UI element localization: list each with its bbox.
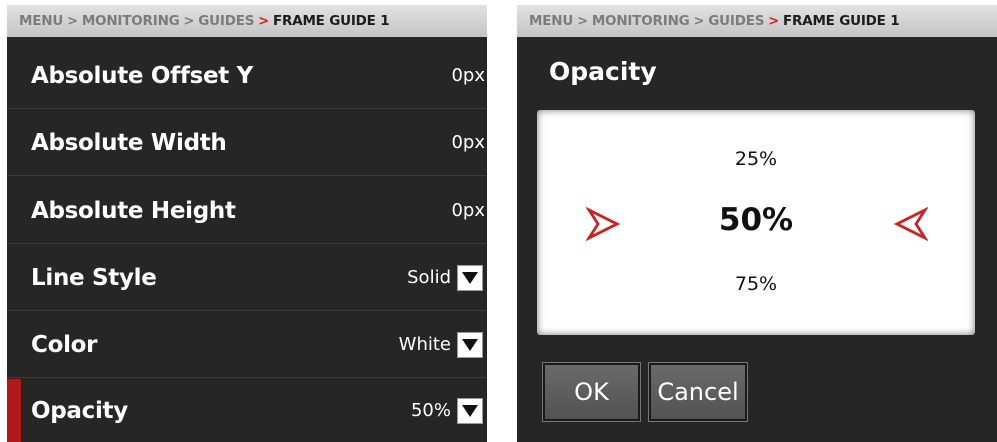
value-picker[interactable]: 25% 50% 75% (537, 110, 975, 335)
setting-value: 0px (451, 65, 485, 86)
setting-value: 0px (451, 132, 485, 153)
setting-row-color[interactable]: Color White (7, 312, 487, 378)
breadcrumb-monitoring[interactable]: MONITORING (592, 13, 690, 29)
setting-label: Opacity (31, 397, 128, 424)
setting-label: Absolute Width (31, 129, 227, 156)
dialog-title: Opacity (549, 57, 657, 86)
setting-row-line-style[interactable]: Line Style Solid (7, 245, 487, 311)
chevron-down-icon[interactable] (457, 331, 483, 358)
chevron-down-icon[interactable] (457, 397, 483, 424)
arrow-left-outline-icon (893, 206, 929, 246)
breadcrumb-separator: > (577, 13, 588, 29)
breadcrumb-separator: > (183, 13, 195, 29)
breadcrumb-separator: > (67, 13, 78, 29)
breadcrumb-guides[interactable]: GUIDES (198, 13, 254, 29)
breadcrumb-separator: > (768, 13, 779, 29)
setting-label: Absolute Height (31, 197, 236, 224)
setting-row-absolute-height[interactable]: Absolute Height 0px (7, 178, 487, 244)
setting-value: 0px (451, 200, 485, 221)
settings-panel: MENU > MONITORING > GUIDES > FRAME GUIDE… (7, 5, 487, 442)
cancel-button[interactable]: Cancel (648, 362, 748, 422)
picker-option-next[interactable]: 75% (537, 273, 975, 295)
setting-value: 50% (410, 400, 451, 421)
opacity-dialog: MENU > MONITORING > GUIDES > FRAME GUIDE… (517, 5, 997, 442)
setting-row-absolute-width[interactable]: Absolute Width 0px (7, 110, 487, 176)
breadcrumb-menu[interactable]: MENU (19, 13, 63, 29)
setting-value: Solid (407, 267, 451, 288)
arrow-right-outline-icon (585, 206, 621, 246)
selection-indicator (7, 379, 21, 442)
breadcrumb-current: FRAME GUIDE 1 (782, 13, 900, 29)
ok-button[interactable]: OK (542, 362, 641, 422)
setting-label: Color (31, 331, 98, 358)
setting-row-opacity[interactable]: Opacity 50% (7, 379, 487, 442)
setting-row-absolute-offset-y[interactable]: Absolute Offset Y 0px (7, 43, 487, 109)
setting-label: Line Style (31, 264, 157, 291)
breadcrumb-monitoring[interactable]: MONITORING (82, 13, 180, 29)
breadcrumb: MENU > MONITORING > GUIDES > FRAME GUIDE… (7, 5, 487, 37)
setting-label: Absolute Offset Y (31, 62, 254, 89)
breadcrumb-current: FRAME GUIDE 1 (272, 13, 390, 29)
setting-value: White (398, 334, 451, 355)
picker-option-prev[interactable]: 25% (537, 148, 975, 170)
breadcrumb-separator: > (258, 13, 269, 29)
breadcrumb: MENU > MONITORING > GUIDES > FRAME GUIDE… (517, 5, 997, 37)
breadcrumb-guides[interactable]: GUIDES (708, 13, 764, 29)
breadcrumb-menu[interactable]: MENU (529, 13, 573, 29)
chevron-down-icon[interactable] (457, 264, 483, 291)
breadcrumb-separator: > (693, 13, 705, 29)
